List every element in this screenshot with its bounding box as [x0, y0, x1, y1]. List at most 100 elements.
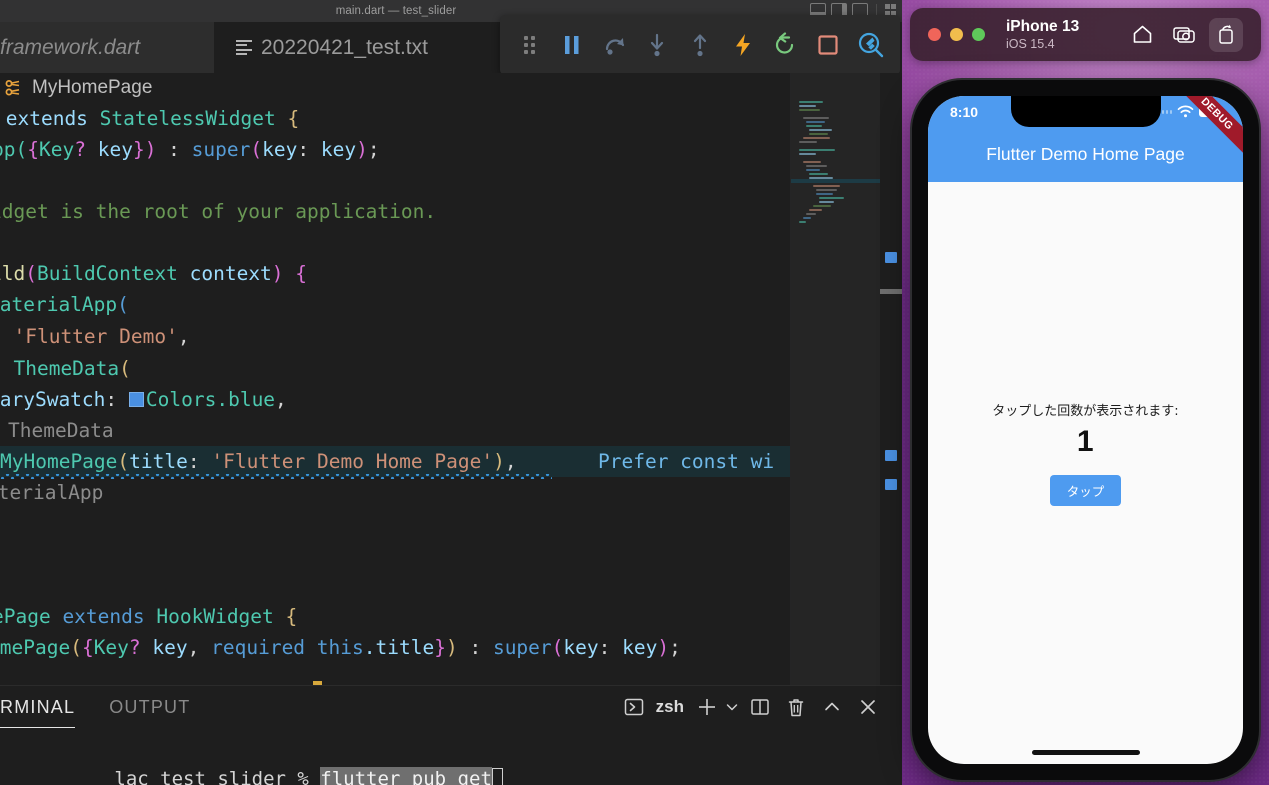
code-line: extends StatelessWidget {: [0, 103, 300, 134]
tap-button[interactable]: タップ: [1049, 475, 1122, 506]
code-editor[interactable]: MyHomePage extends StatelessWidget { pp( {…: [0, 73, 902, 685]
code-token: (: [25, 262, 37, 285]
code-line: MaterialApp(: [0, 289, 129, 320]
ruler-marker[interactable]: [885, 450, 897, 461]
plus-icon[interactable]: [692, 686, 722, 728]
minimap-line: [812, 185, 840, 187]
hot-restart-button[interactable]: [764, 22, 807, 68]
close-button[interactable]: [928, 28, 941, 41]
code-token: ?: [128, 636, 141, 659]
tab-output[interactable]: OUTPUT: [109, 686, 190, 728]
tab-label: 20220421_test.txt: [261, 35, 428, 59]
step-into-button[interactable]: [636, 22, 679, 68]
minimap-line: [802, 161, 822, 163]
pause-button[interactable]: [551, 22, 594, 68]
text-file-icon: [236, 39, 252, 56]
code-token: ,: [177, 325, 190, 348]
overview-ruler[interactable]: [880, 73, 902, 685]
device-name: iPhone 13: [1006, 17, 1080, 35]
code-token: marySwatch: [0, 388, 106, 411]
code-token: omePage: [0, 636, 71, 659]
rotate-button[interactable]: [1209, 17, 1243, 52]
minimap-line: [799, 101, 823, 103]
minimap-slider[interactable]: [791, 73, 881, 685]
screenshot-button[interactable]: [1167, 18, 1201, 52]
minimap-line: [806, 125, 823, 127]
hot-reload-button[interactable]: [721, 22, 764, 68]
breadcrumb-label: MyHomePage: [32, 77, 153, 98]
stop-button[interactable]: [807, 22, 850, 68]
counter-label: タップした回数が表示されます:: [992, 404, 1179, 419]
editor-minimap[interactable]: [790, 73, 881, 685]
wifi-icon: [1177, 105, 1194, 118]
screen-root: main.dart — test_slider framework.dart 2…: [0, 0, 1269, 785]
minimap-highlight: [791, 179, 881, 183]
minimap-line: [819, 201, 835, 203]
device-os: iOS 15.4: [1006, 36, 1055, 51]
code-token: BuildContext: [36, 262, 178, 285]
code-line: ePage extends HookWidget {: [0, 601, 297, 632]
step-over-button[interactable]: [593, 22, 636, 68]
code-token: required: [211, 636, 306, 659]
tab-terminal[interactable]: RMINAL: [0, 686, 76, 728]
code-token: 'Flutter Demo': [13, 325, 178, 348]
error-squiggle: [0, 474, 552, 479]
zoom-button[interactable]: [972, 28, 985, 41]
code-content[interactable]: extends StatelessWidget {pp({Key? key}) …: [0, 103, 790, 685]
traffic-lights[interactable]: [928, 28, 985, 41]
step-out-button[interactable]: [679, 22, 722, 68]
terminal-line: lac test_slider % flutter pub get: [0, 746, 503, 785]
chevron-down-icon[interactable]: [722, 686, 742, 728]
home-button[interactable]: [1125, 18, 1159, 52]
breadcrumb[interactable]: MyHomePage: [0, 73, 794, 103]
code-token: Key: [93, 636, 129, 659]
drag-handle[interactable]: [508, 22, 551, 68]
minimap-line: [809, 129, 832, 131]
ruler-marker[interactable]: [885, 479, 897, 490]
tab-20220421-test-txt[interactable]: 20220421_test.txt: [214, 22, 502, 73]
scrollbar-thumb[interactable]: [880, 289, 902, 294]
split-terminal-icon[interactable]: [742, 686, 778, 728]
minimize-button[interactable]: [950, 28, 963, 41]
tab-framework-dart[interactable]: framework.dart: [0, 22, 214, 73]
code-token: HookWidget: [156, 605, 274, 628]
vscode-window: main.dart — test_slider framework.dart 2…: [0, 0, 902, 785]
code-token: key: [140, 636, 188, 659]
ruler-marker[interactable]: [885, 252, 897, 263]
code-token: super: [191, 138, 251, 161]
code-line: MyHomePage(title: 'Flutter Demo Home Pag…: [0, 446, 517, 477]
iphone-frame: 8:10 Flutter Demo Home Page DEBUG タップした回…: [912, 80, 1259, 780]
device-info: iPhone 13 iOS 15.4: [1006, 18, 1079, 51]
close-icon[interactable]: [850, 686, 886, 728]
flutter-inspector-button[interactable]: [849, 22, 892, 68]
app-bar-title-text: Flutter Demo Home Page: [986, 144, 1185, 164]
chevron-up-icon[interactable]: [814, 686, 850, 728]
counter-value: 1: [1076, 425, 1095, 458]
terminal-body[interactable]: lac test_slider % flutter pub get: [0, 728, 902, 785]
status-time: 8:10: [950, 103, 979, 120]
code-line: aterialApp: [0, 477, 103, 508]
code-token: ): [356, 138, 368, 161]
code-token: title: [129, 450, 188, 473]
code-token: key: [262, 138, 298, 161]
code-token: {: [287, 107, 300, 130]
code-token: }: [132, 138, 145, 161]
minimap-line: [806, 165, 828, 167]
tooltip-arrow-icon: [313, 681, 322, 685]
code-line: omePage({Key? key, required this.title})…: [0, 632, 681, 663]
code-token: ?: [74, 138, 86, 161]
code-token: }: [434, 636, 446, 659]
minimap-line: [799, 109, 821, 111]
code-token: pp(: [0, 138, 28, 161]
device-screen[interactable]: 8:10 Flutter Demo Home Page DEBUG タップした回…: [928, 96, 1243, 764]
minimap-line: [812, 205, 832, 207]
home-indicator[interactable]: [1031, 750, 1140, 755]
minimap-line: [806, 213, 816, 215]
code-token: ,: [187, 636, 212, 659]
trash-icon[interactable]: [778, 686, 814, 728]
code-token: Key: [38, 138, 75, 161]
new-terminal-icon[interactable]: [616, 686, 652, 728]
code-token: :: [105, 388, 129, 411]
code-token: ePage: [0, 605, 51, 628]
minimap-line: [802, 117, 829, 119]
